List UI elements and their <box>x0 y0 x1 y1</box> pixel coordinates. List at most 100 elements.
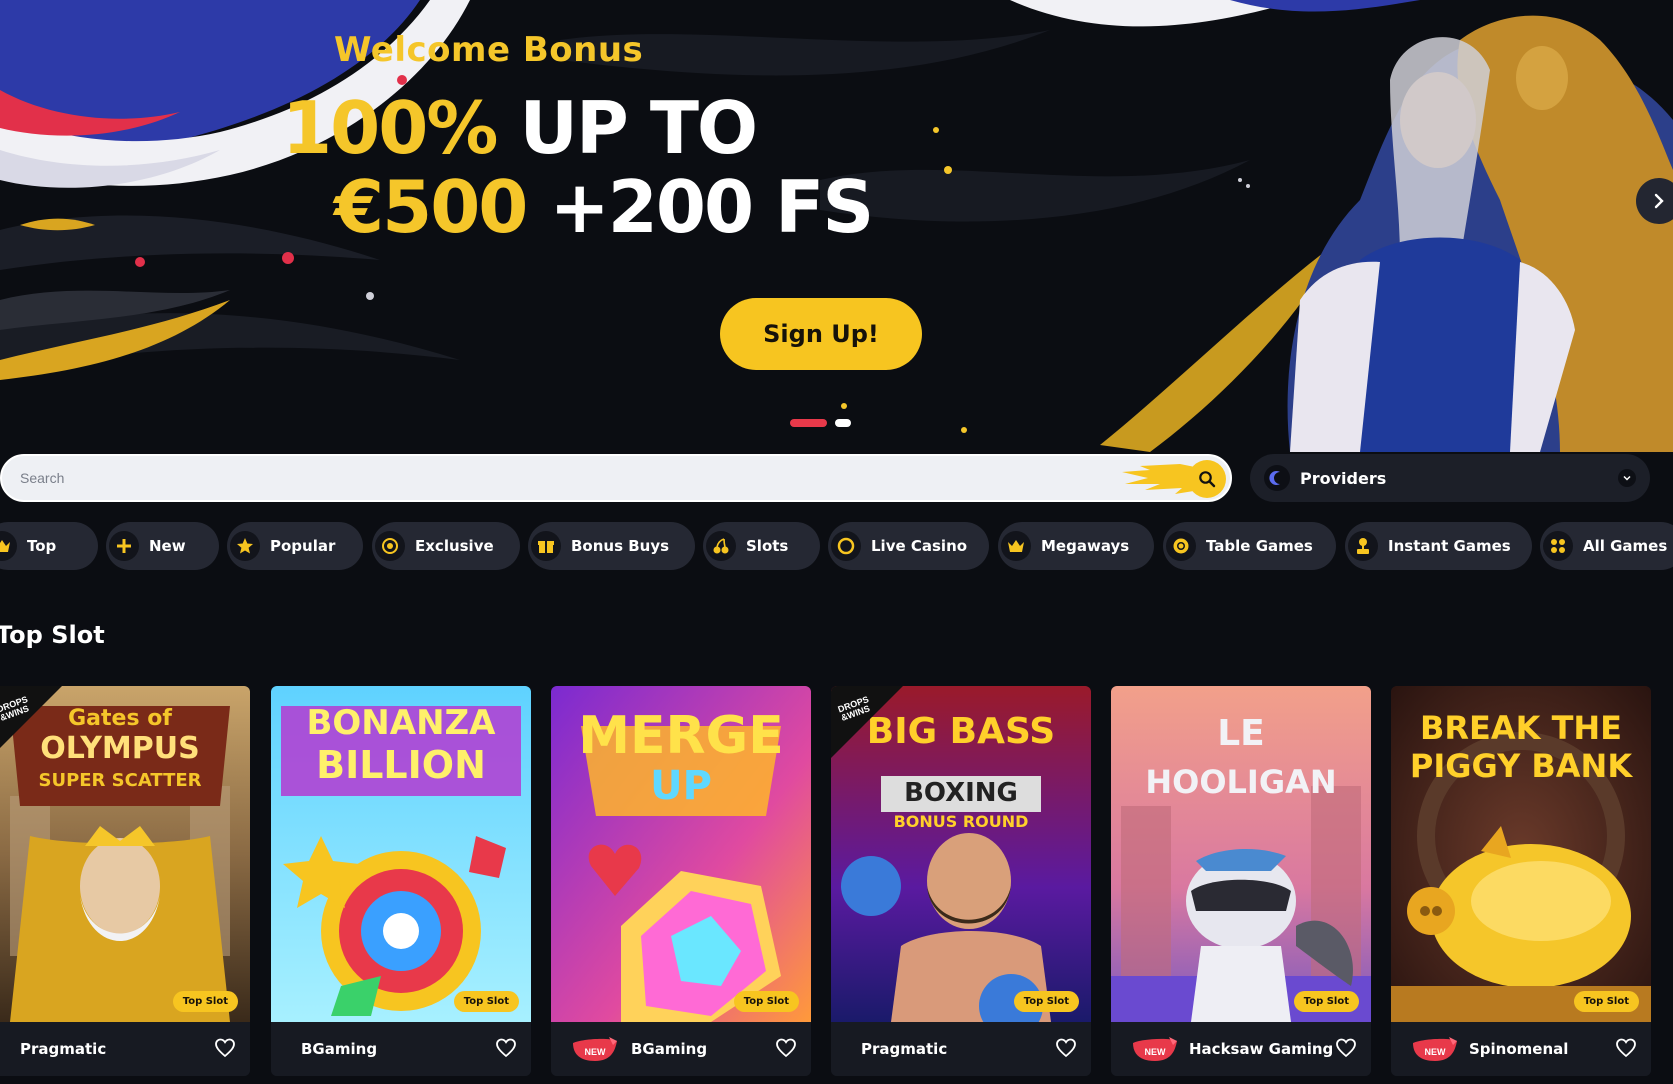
category-instant-games[interactable]: Instant Games <box>1345 522 1532 570</box>
provider-icon <box>1264 465 1290 491</box>
chip-icon <box>1166 531 1196 561</box>
bonus-amount: €500 <box>334 165 528 249</box>
heart-icon[interactable] <box>214 1037 236 1059</box>
search-input[interactable] <box>20 456 1120 500</box>
search-button[interactable] <box>1188 460 1226 498</box>
provider-name: Pragmatic <box>20 1040 107 1058</box>
svg-text:NEW: NEW <box>1145 1047 1167 1057</box>
providers-label: Providers <box>1300 468 1387 488</box>
category-exclusive[interactable]: Exclusive <box>372 522 520 570</box>
bonus-headline-line2: €500 +200 FS <box>334 165 874 249</box>
provider-name: BGaming <box>631 1040 708 1058</box>
top-slot-badge: Top Slot <box>1013 991 1079 1012</box>
live-icon <box>831 531 861 561</box>
game-thumbnail: Gates of OLYMPUS SUPER SCATTER DROPS &WIN… <box>0 686 250 1022</box>
card-footer: Pragmatic <box>0 1022 250 1076</box>
heart-icon[interactable] <box>1055 1037 1077 1059</box>
game-card[interactable]: BIG BASS BOXING BONUS ROUND DROPS &WINS T… <box>831 686 1091 1076</box>
game-title-line: BOXING <box>904 778 1018 808</box>
provider-name: Pragmatic <box>861 1040 948 1058</box>
provider-name: Spinomenal <box>1469 1040 1569 1058</box>
sign-up-button[interactable]: Sign Up! <box>720 298 922 370</box>
carousel-dots <box>790 419 851 427</box>
game-title-line: PIGGY BANK <box>1409 747 1633 785</box>
category-popular[interactable]: Popular <box>227 522 363 570</box>
game-title-line: UP <box>650 763 712 809</box>
card-footer: NEW Hacksaw Gaming <box>1111 1022 1371 1076</box>
category-live-casino[interactable]: Live Casino <box>828 522 989 570</box>
game-title-line: SUPER SCATTER <box>38 770 202 791</box>
game-thumbnail: BIG BASS BOXING BONUS ROUND DROPS &WINS T… <box>831 686 1091 1022</box>
card-footer: NEW BGaming <box>551 1022 811 1076</box>
card-footer: Pragmatic <box>831 1022 1091 1076</box>
target-icon <box>375 531 405 561</box>
game-thumbnail: BREAK THE PIGGY BANK Top Slot <box>1391 686 1651 1022</box>
category-bonus-buys[interactable]: Bonus Buys <box>528 522 695 570</box>
category-slots[interactable]: Slots <box>703 522 820 570</box>
provider-name: BGaming <box>301 1040 378 1058</box>
grid-icon <box>1543 531 1573 561</box>
heart-icon[interactable] <box>1335 1037 1357 1059</box>
crown-icon <box>1001 531 1031 561</box>
card-footer: NEW Spinomenal <box>1391 1022 1651 1076</box>
bonus-free-spins: +200 FS <box>549 165 874 249</box>
bonus-headline-line1: 100% UP TO <box>282 86 759 170</box>
hero-banner[interactable]: Welcome Bonus 100% UP TO €500 +200 FS Si… <box>0 0 1673 452</box>
star-icon <box>230 531 260 561</box>
welcome-bonus-heading: Welcome Bonus <box>334 30 644 70</box>
svg-text:NEW: NEW <box>1425 1047 1447 1057</box>
new-badge: NEW <box>1413 1037 1457 1061</box>
game-thumbnail: LE HOOLIGAN Top Slot <box>1111 686 1371 1022</box>
gift-icon <box>531 531 561 561</box>
game-card[interactable]: BREAK THE PIGGY BANK Top Slot NEW Spinom… <box>1391 686 1651 1076</box>
top-slot-badge: Top Slot <box>1293 991 1359 1012</box>
top-slot-badge: Top Slot <box>453 991 519 1012</box>
plus-icon <box>109 531 139 561</box>
carousel-dot-1[interactable] <box>790 419 827 427</box>
category-table-games[interactable]: Table Games <box>1163 522 1336 570</box>
casino-page: Welcome Bonus 100% UP TO €500 +200 FS Si… <box>0 0 1673 1084</box>
provider-name: Hacksaw Gaming <box>1189 1040 1334 1058</box>
section-title: Top Slot <box>0 621 105 649</box>
game-title-line: HOOLIGAN <box>1145 763 1337 801</box>
bonus-up-to: UP TO <box>519 86 759 170</box>
new-badge: NEW <box>1133 1037 1177 1061</box>
game-grid: Gates of OLYMPUS SUPER SCATTER DROPS &WIN… <box>0 686 1673 1084</box>
crown-icon <box>0 531 17 561</box>
category-all-games[interactable]: All Games <box>1540 522 1673 570</box>
game-title-line: BONANZA <box>306 703 496 743</box>
top-slot-badge: Top Slot <box>733 991 799 1012</box>
game-title-line: BILLION <box>316 743 486 787</box>
heart-icon[interactable] <box>1615 1037 1637 1059</box>
game-title-line: BREAK THE <box>1419 709 1623 747</box>
cherry-icon <box>706 531 736 561</box>
providers-dropdown[interactable]: Providers <box>1250 454 1650 502</box>
heart-icon[interactable] <box>495 1037 517 1059</box>
game-card[interactable]: Gates of OLYMPUS SUPER SCATTER DROPS &WIN… <box>0 686 250 1076</box>
joystick-icon <box>1348 531 1378 561</box>
category-new[interactable]: New <box>106 522 219 570</box>
game-thumbnail: BONANZA BILLION Top Slot <box>271 686 531 1022</box>
drops-wins-ribbon <box>0 686 62 748</box>
game-title-line: MERGE <box>578 706 784 766</box>
game-card[interactable]: MERGE UP Top Slot NEW BGaming <box>551 686 811 1076</box>
card-footer: BGaming <box>271 1022 531 1076</box>
svg-text:NEW: NEW <box>585 1047 607 1057</box>
game-thumbnail: MERGE UP Top Slot <box>551 686 811 1022</box>
game-title-line: BONUS ROUND <box>893 812 1029 831</box>
chevron-right-icon <box>1654 193 1664 209</box>
search-icon <box>1199 471 1216 488</box>
category-nav: Top New Popular Exclusive Bonus Buys Slo… <box>0 522 1673 570</box>
carousel-dot-2[interactable] <box>835 419 851 427</box>
game-title-line: LE <box>1217 713 1265 754</box>
game-search-bar <box>0 454 1232 502</box>
top-slot-badge: Top Slot <box>172 991 238 1012</box>
game-card[interactable]: LE HOOLIGAN Top Slot NEW Hacksaw Gaming <box>1111 686 1371 1076</box>
chevron-down-icon <box>1618 469 1636 487</box>
heart-icon[interactable] <box>775 1037 797 1059</box>
top-slot-badge: Top Slot <box>1573 991 1639 1012</box>
game-card[interactable]: BONANZA BILLION Top Slot BGaming <box>271 686 531 1076</box>
category-megaways[interactable]: Megaways <box>998 522 1154 570</box>
bonus-percent: 100% <box>282 86 498 170</box>
category-top[interactable]: Top <box>0 522 98 570</box>
